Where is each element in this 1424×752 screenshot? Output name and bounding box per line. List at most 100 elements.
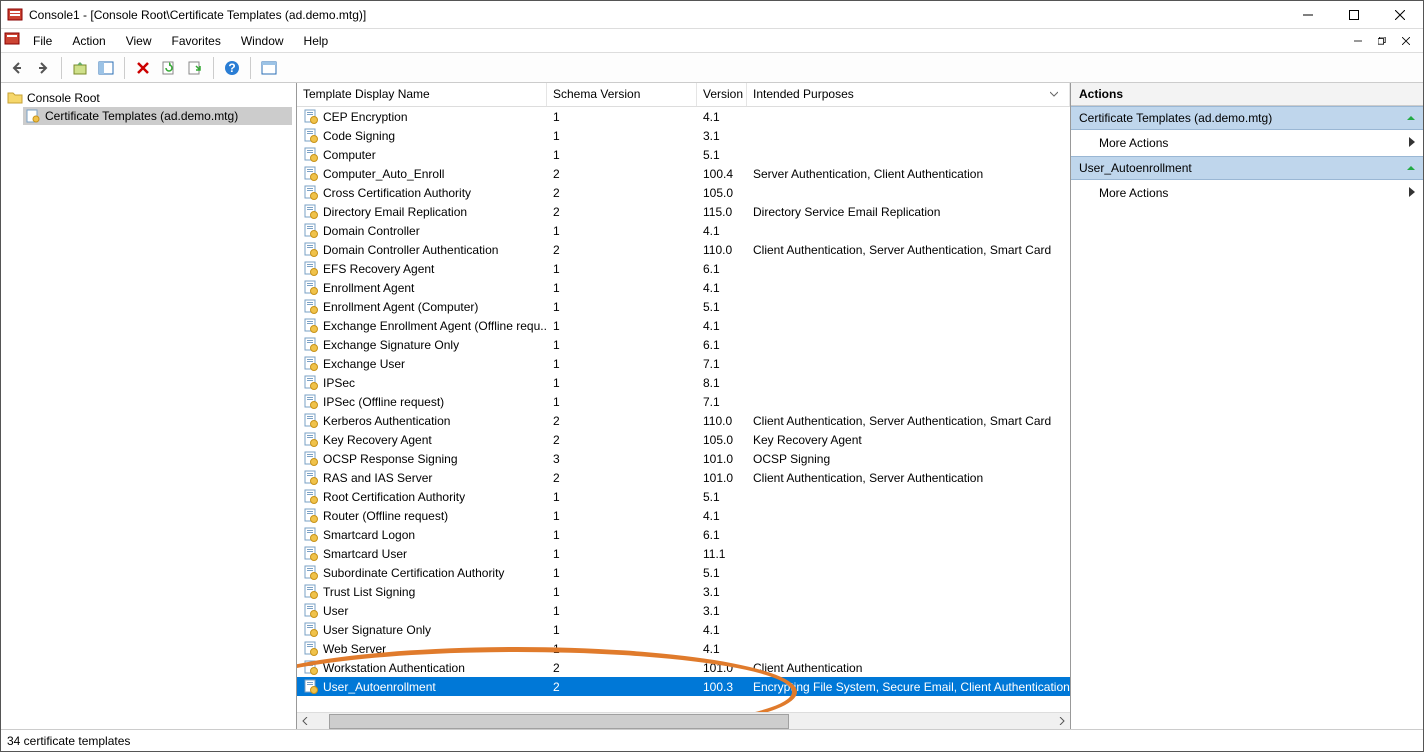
table-row[interactable]: OCSP Response Signing3101.0OCSP Signing xyxy=(297,449,1070,468)
col-header-name[interactable]: Template Display Name xyxy=(297,83,547,106)
toolbar-separator xyxy=(213,57,214,79)
certificate-template-icon xyxy=(303,242,319,258)
table-row[interactable]: Root Certification Authority15.1 xyxy=(297,487,1070,506)
row-purposes: Server Authentication, Client Authentica… xyxy=(747,167,1070,181)
row-schema: 1 xyxy=(547,566,697,580)
actions-section1-more[interactable]: More Actions xyxy=(1071,130,1423,156)
horizontal-scrollbar[interactable] xyxy=(297,712,1070,729)
table-row[interactable]: Smartcard User111.1 xyxy=(297,544,1070,563)
close-button[interactable] xyxy=(1377,1,1423,29)
actions-section2-header[interactable]: User_Autoenrollment xyxy=(1071,156,1423,180)
table-row[interactable]: Computer_Auto_Enroll2100.4Server Authent… xyxy=(297,164,1070,183)
child-close-button[interactable] xyxy=(1395,32,1417,50)
scroll-left-arrow[interactable] xyxy=(297,714,313,729)
row-version: 101.0 xyxy=(697,661,747,675)
row-schema: 2 xyxy=(547,243,697,257)
tree-child-node[interactable]: Certificate Templates (ad.demo.mtg) xyxy=(23,107,292,125)
table-row[interactable]: Workstation Authentication2101.0Client A… xyxy=(297,658,1070,677)
help-button[interactable]: ? xyxy=(220,56,244,80)
child-minimize-button[interactable] xyxy=(1347,32,1369,50)
col-header-purposes[interactable]: Intended Purposes xyxy=(747,83,1070,106)
row-name: Computer_Auto_Enroll xyxy=(323,167,444,181)
titlebar[interactable]: Console1 - [Console Root\Certificate Tem… xyxy=(1,1,1423,29)
table-row[interactable]: Exchange Signature Only16.1 xyxy=(297,335,1070,354)
menu-help[interactable]: Help xyxy=(294,31,339,51)
row-schema: 1 xyxy=(547,319,697,333)
table-row[interactable]: RAS and IAS Server2101.0Client Authentic… xyxy=(297,468,1070,487)
menu-window[interactable]: Window xyxy=(231,31,294,51)
maximize-button[interactable] xyxy=(1331,1,1377,29)
menu-view[interactable]: View xyxy=(116,31,162,51)
row-schema: 1 xyxy=(547,338,697,352)
scroll-thumb[interactable] xyxy=(329,714,789,729)
row-name: Exchange Enrollment Agent (Offline requ.… xyxy=(323,319,547,333)
table-row[interactable]: Smartcard Logon16.1 xyxy=(297,525,1070,544)
row-schema: 2 xyxy=(547,661,697,675)
menu-action[interactable]: Action xyxy=(62,31,115,51)
toolbar-separator xyxy=(250,57,251,79)
row-schema: 1 xyxy=(547,262,697,276)
certificate-template-icon xyxy=(303,584,319,600)
actions-section1-header[interactable]: Certificate Templates (ad.demo.mtg) xyxy=(1071,106,1423,130)
scroll-right-arrow[interactable] xyxy=(1054,714,1070,729)
table-row[interactable]: IPSec18.1 xyxy=(297,373,1070,392)
table-row[interactable]: Subordinate Certification Authority15.1 xyxy=(297,563,1070,582)
table-row[interactable]: EFS Recovery Agent16.1 xyxy=(297,259,1070,278)
table-row[interactable]: CEP Encryption14.1 xyxy=(297,107,1070,126)
col-header-schema[interactable]: Schema Version xyxy=(547,83,697,106)
menu-favorites[interactable]: Favorites xyxy=(162,31,231,51)
row-name: Enrollment Agent (Computer) xyxy=(323,300,478,314)
row-schema: 3 xyxy=(547,452,697,466)
table-row[interactable]: Code Signing13.1 xyxy=(297,126,1070,145)
content-panes: Console Root Certificate Templates (ad.d… xyxy=(1,83,1423,729)
delete-button[interactable] xyxy=(131,56,155,80)
table-row[interactable]: Domain Controller Authentication2110.0Cl… xyxy=(297,240,1070,259)
certificate-template-icon xyxy=(303,147,319,163)
back-button[interactable] xyxy=(5,56,29,80)
menu-file[interactable]: File xyxy=(23,31,62,51)
certificate-template-icon xyxy=(303,622,319,638)
table-row[interactable]: Exchange Enrollment Agent (Offline requ.… xyxy=(297,316,1070,335)
tree-root-node[interactable]: Console Root xyxy=(5,89,292,107)
list-body[interactable]: CEP Encryption14.1Code Signing13.1Comput… xyxy=(297,107,1070,712)
certificate-template-icon xyxy=(303,679,319,695)
table-row[interactable]: Kerberos Authentication2110.0Client Auth… xyxy=(297,411,1070,430)
export-list-button[interactable] xyxy=(183,56,207,80)
show-hide-tree-button[interactable] xyxy=(94,56,118,80)
table-row[interactable]: Key Recovery Agent2105.0Key Recovery Age… xyxy=(297,430,1070,449)
certificate-template-icon xyxy=(303,128,319,144)
table-row[interactable]: Directory Email Replication2115.0Directo… xyxy=(297,202,1070,221)
statusbar: 34 certificate templates xyxy=(1,729,1423,751)
collapse-icon xyxy=(1407,161,1415,175)
view-mode-button[interactable] xyxy=(257,56,281,80)
child-restore-button[interactable] xyxy=(1371,32,1393,50)
certificate-template-icon xyxy=(303,413,319,429)
table-row[interactable]: IPSec (Offline request)17.1 xyxy=(297,392,1070,411)
row-name: Smartcard User xyxy=(323,547,407,561)
table-row[interactable]: Web Server14.1 xyxy=(297,639,1070,658)
row-name: Web Server xyxy=(323,642,386,656)
actions-section2-more[interactable]: More Actions xyxy=(1071,180,1423,206)
table-row[interactable]: Enrollment Agent (Computer)15.1 xyxy=(297,297,1070,316)
table-row[interactable]: Cross Certification Authority2105.0 xyxy=(297,183,1070,202)
row-schema: 1 xyxy=(547,395,697,409)
table-row[interactable]: Router (Offline request)14.1 xyxy=(297,506,1070,525)
row-version: 4.1 xyxy=(697,642,747,656)
tree-pane[interactable]: Console Root Certificate Templates (ad.d… xyxy=(1,83,297,729)
table-row[interactable]: User13.1 xyxy=(297,601,1070,620)
certificate-template-icon xyxy=(303,204,319,220)
certificate-template-icon xyxy=(303,356,319,372)
table-row[interactable]: User_Autoenrollment2100.3Encrypting File… xyxy=(297,677,1070,696)
table-row[interactable]: Trust List Signing13.1 xyxy=(297,582,1070,601)
up-button[interactable] xyxy=(68,56,92,80)
table-row[interactable]: Computer15.1 xyxy=(297,145,1070,164)
table-row[interactable]: Enrollment Agent14.1 xyxy=(297,278,1070,297)
col-header-version[interactable]: Version xyxy=(697,83,747,106)
table-row[interactable]: User Signature Only14.1 xyxy=(297,620,1070,639)
forward-button[interactable] xyxy=(31,56,55,80)
table-row[interactable]: Exchange User17.1 xyxy=(297,354,1070,373)
refresh-button[interactable] xyxy=(157,56,181,80)
table-row[interactable]: Domain Controller14.1 xyxy=(297,221,1070,240)
minimize-button[interactable] xyxy=(1285,1,1331,29)
window-title: Console1 - [Console Root\Certificate Tem… xyxy=(29,8,1285,22)
